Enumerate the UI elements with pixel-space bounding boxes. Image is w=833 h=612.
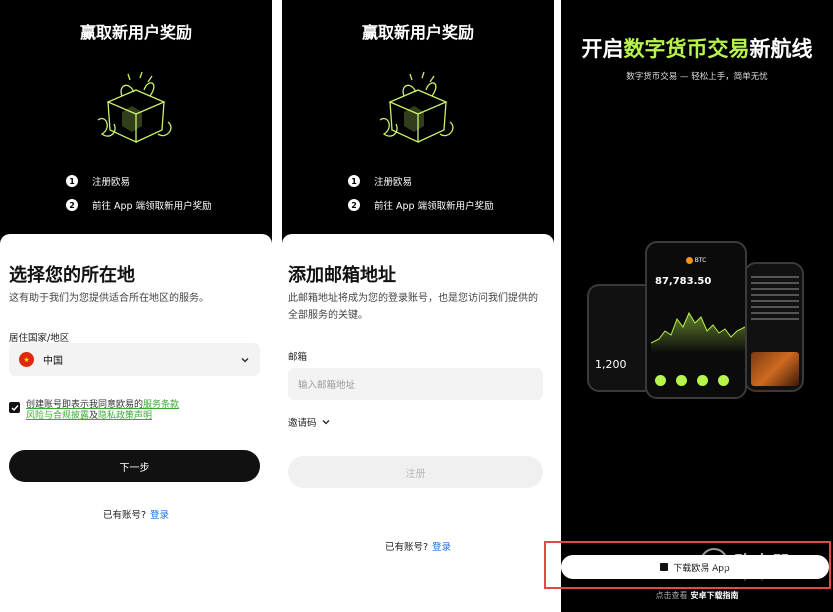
step-text: 前往 App 端领取新用户奖励 [374,201,494,212]
phone-coin-label: BTC [647,257,745,264]
region-select-screen: 赢取新用户奖励 1 注册欧易 2 前往 App 端领取新用户奖励 选择您的所在地… [0,0,272,612]
register-button[interactable]: 注册 [288,456,543,488]
chevron-down-icon [322,420,329,425]
step-text: 注册欧易 [374,177,413,188]
invite-code-label: 邀请码 [288,418,317,429]
hero-title: 赢取新用户奖励 [361,23,474,42]
risk-disclosure-link[interactable]: 风险与合规披露 [26,411,89,421]
step-text: 前往 App 端领取新用户奖励 [92,201,212,212]
price-chart-graphic [651,311,745,353]
terms-link[interactable]: 服务条款 [143,400,179,410]
step-number: 2 [348,199,360,211]
gift-box-icon [379,71,454,144]
bottom-sheet: 添加邮箱地址 此邮箱地址将成为您的登录账号，也是您访问我们提供的全部服务的关键。… [282,234,554,612]
gift-box-icon [97,71,172,144]
phone-right-image [751,352,799,386]
have-account-text: 已有账号? [102,510,147,521]
promo-title-prefix: 开启 [581,37,624,61]
phone-mockup-right [744,262,804,392]
android-guide-line: 点击查看 安卓下载指南 [561,590,833,601]
phone-coin-name: BTC [694,257,707,264]
email-signup-screen: 赢取新用户奖励 1 注册欧易 2 前往 App 端领取新用户奖励 添加邮箱地址 … [282,0,554,612]
promo-title-suffix: 新航线 [749,37,813,61]
hero-title: 赢取新用户奖励 [79,23,192,42]
step-text: 注册欧易 [92,177,131,188]
next-button[interactable]: 下一步 [9,450,260,482]
android-guide-link[interactable]: 安卓下载指南 [691,591,739,600]
promo-title-accent: 数字货币交易 [623,37,750,61]
agree-checkbox[interactable] [9,402,20,413]
watermark: 路由器 luyouqi.com [700,548,791,581]
step-number: 1 [66,175,78,187]
app-download-screen: 开启数字货币交易新航线 数字货币交易 — 轻松上手，简单无忧 1,200 BTC… [561,0,833,612]
step-item: 1 注册欧易 [66,174,130,188]
chevron-down-icon [241,357,249,362]
step-item: 1 注册欧易 [348,174,412,188]
phone-mockup-center: BTC 87,783.50 [645,241,747,399]
country-label: 居住国家/地区 [9,333,70,344]
agreement-row: 创建账号即表示我同意欧易的服务条款 风险与合规披露及隐私政策声明 [9,400,264,422]
btc-coin-icon [685,257,693,264]
country-select[interactable]: ★ 中国 [9,343,260,376]
phone-action-buttons [655,375,729,386]
login-link[interactable]: 登录 [150,510,169,521]
login-prompt: 已有账号? 登录 [0,507,272,521]
step-item: 2 前往 App 端领取新用户奖励 [66,198,212,212]
step-number: 2 [66,199,78,211]
email-field[interactable]: 输入邮箱地址 [288,368,543,400]
login-prompt: 已有账号? 登录 [282,539,554,553]
guide-prefix: 点击查看 [655,591,688,600]
agreement-and: 及 [89,411,99,421]
step-item: 2 前往 App 端领取新用户奖励 [348,198,494,212]
promo-title: 开启数字货币交易新航线 [561,33,833,63]
phone-left-value: 1,200 [595,358,627,371]
bottom-sheet: 选择您的所在地 这有助于我们为您提供适合所在地区的服务。 居住国家/地区 ★ 中… [0,234,272,612]
email-label: 邮箱 [288,352,308,363]
step-number: 1 [348,175,360,187]
page-title: 选择您的所在地 [9,265,135,286]
router-logo-icon [700,548,728,576]
agreement-text: 创建账号即表示我同意欧易的服务条款 风险与合规披露及隐私政策声明 [26,400,179,422]
phone-price: 87,783.50 [655,276,712,287]
have-account-text: 已有账号? [384,542,429,553]
phone-right-text-lines [751,276,799,324]
invite-code-toggle[interactable]: 邀请码 [288,415,331,429]
china-flag-icon: ★ [19,352,34,367]
login-link[interactable]: 登录 [432,542,451,553]
page-description: 这有助于我们为您提供适合所在地区的服务。 [9,293,209,304]
privacy-link[interactable]: 隐私政策声明 [98,411,152,421]
country-value: 中国 [43,356,63,367]
page-description: 此邮箱地址将成为您的登录账号，也是您访问我们提供的全部服务的关键。 [288,293,538,321]
promo-subtitle: 数字货币交易 — 轻松上手，简单无忧 [626,72,768,82]
watermark-sub: luyouqi.com [736,572,785,581]
check-icon [11,404,19,411]
agreement-prefix: 创建账号即表示我同意欧易的 [26,400,144,410]
page-title: 添加邮箱地址 [288,265,396,286]
